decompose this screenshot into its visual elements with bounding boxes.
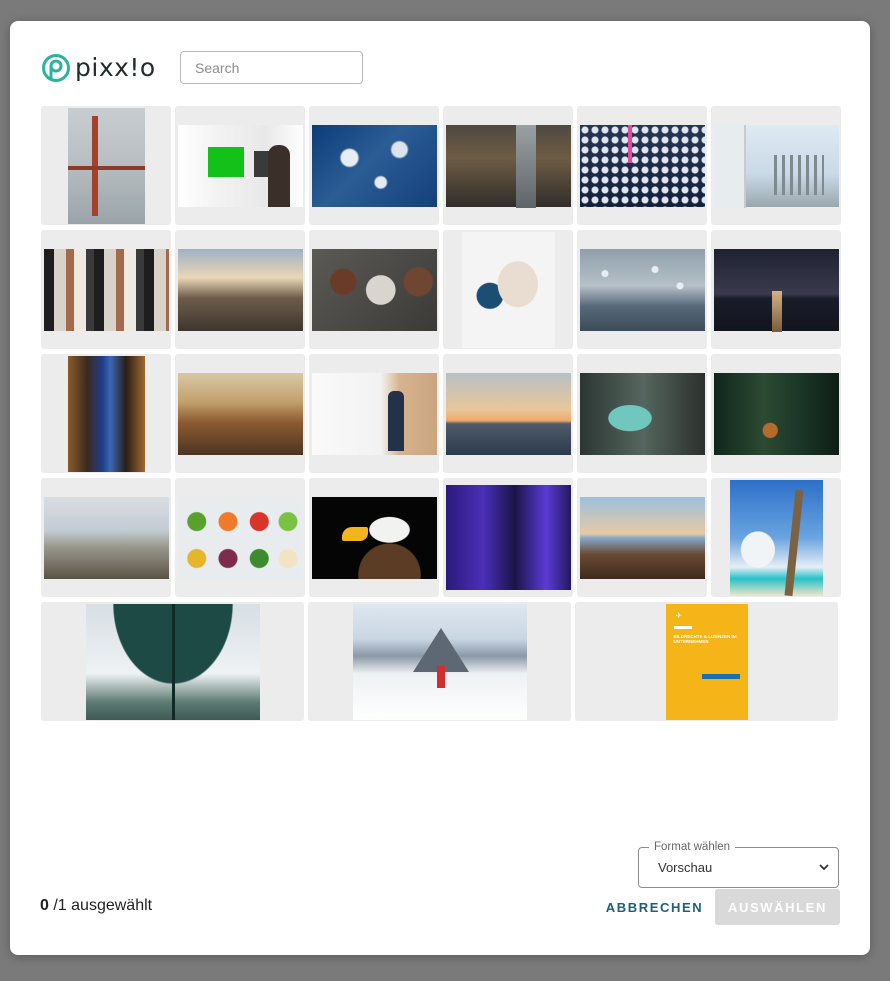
thumbnail-image xyxy=(729,479,823,596)
pixxio-logo-icon xyxy=(42,53,70,82)
image-tile-ocean-waves[interactable] xyxy=(309,106,439,225)
image-tile-night-pier[interactable] xyxy=(711,230,841,349)
thumbnail-image xyxy=(713,124,839,208)
image-tile-forest[interactable] xyxy=(711,354,841,473)
selection-count: 0 /1 ausgewählt xyxy=(40,897,152,915)
thumbnail-image xyxy=(67,107,145,224)
ebook-title: BILDRECHTE & LIZENZEN IM UNTERNEHMEN xyxy=(673,633,737,645)
thumbnail-image xyxy=(579,372,705,455)
ebook-bar xyxy=(701,673,740,679)
thumbnail-image xyxy=(311,372,437,455)
image-tile-office-workers[interactable] xyxy=(175,106,305,225)
image-tile-assembly-hall[interactable] xyxy=(175,354,305,473)
image-tile-refinery[interactable] xyxy=(711,106,841,225)
thumbnail-image xyxy=(177,124,303,207)
cancel-button[interactable]: ABBRECHEN xyxy=(603,889,706,925)
thumbnail-image xyxy=(177,372,303,455)
thumbnail-image xyxy=(579,496,705,579)
ebook-tag xyxy=(673,625,692,629)
image-grid-row xyxy=(41,230,841,349)
image-tile-lifeguard-tower[interactable] xyxy=(443,354,573,473)
pixxio-logo: pixx!o xyxy=(41,51,159,84)
image-tile-palm-beach[interactable] xyxy=(711,478,841,597)
thumbnail-image xyxy=(311,496,437,579)
select-button[interactable]: AUSWÄHLEN xyxy=(715,889,840,925)
format-select-label: Format wählen xyxy=(649,840,736,854)
image-tile-clothing-rack[interactable] xyxy=(41,230,171,349)
image-grid: ✈ BILDRECHTE & LIZENZEN IM UNTERNEHMEN xyxy=(41,106,841,726)
image-tile-town-square[interactable] xyxy=(175,230,305,349)
format-select[interactable]: Format wählen Vorschau xyxy=(638,840,839,888)
thumbnail-image xyxy=(713,372,839,455)
logo-text: pixx!o xyxy=(75,53,156,82)
thumbnail-image xyxy=(445,485,571,590)
image-tile-under-bridge[interactable] xyxy=(41,602,304,721)
image-tile-golden-gate-bridge[interactable] xyxy=(41,106,171,225)
image-tile-whiteboard[interactable] xyxy=(309,354,439,473)
image-grid-row xyxy=(41,106,841,225)
format-select-value: Vorschau xyxy=(658,860,713,875)
image-tile-food-plates[interactable] xyxy=(309,230,439,349)
image-tile-pier-crowd[interactable] xyxy=(41,478,171,597)
thumbnail-image: ✈ BILDRECHTE & LIZENZEN IM UNTERNEHMEN xyxy=(665,603,748,720)
thumbnail-image xyxy=(713,248,839,332)
asset-picker-dialog: pixx!o Search ✈ BILDRECHTE & LIZENZEN IM… xyxy=(10,21,870,955)
selected-count-number: 0 xyxy=(40,897,49,914)
thumbnail-image xyxy=(177,496,303,579)
image-tile-mountain-hiker[interactable] xyxy=(308,602,571,721)
image-tile-scooter[interactable] xyxy=(577,354,707,473)
thumbnail-image xyxy=(67,355,145,472)
image-tile-vegetables[interactable] xyxy=(175,478,305,597)
image-grid-row: ✈ BILDRECHTE & LIZENZEN IM UNTERNEHMEN xyxy=(41,602,838,721)
thumbnail-image xyxy=(311,248,437,331)
thumbnail-image xyxy=(579,248,705,331)
image-tile-lab[interactable] xyxy=(577,106,707,225)
thumbnail-image xyxy=(43,496,169,579)
image-tile-birds-water[interactable] xyxy=(577,230,707,349)
thumbnail-image xyxy=(461,231,555,348)
thumbnail-image xyxy=(579,124,705,207)
chevron-down-icon xyxy=(819,864,829,871)
image-tile-server-room[interactable] xyxy=(443,478,573,597)
thumbnail-image xyxy=(311,124,437,207)
thumbnail-image xyxy=(177,248,303,331)
image-tile-sweater-flatlay[interactable] xyxy=(443,230,573,349)
selected-count-text: /1 ausgewählt xyxy=(53,897,153,914)
image-grid-row xyxy=(41,354,841,473)
image-tile-ebook-cover[interactable]: ✈ BILDRECHTE & LIZENZEN IM UNTERNEHMEN xyxy=(575,602,838,721)
image-tile-eagle[interactable] xyxy=(309,478,439,597)
thumbnail-image xyxy=(352,603,527,720)
bird-icon: ✈ xyxy=(675,610,683,620)
image-tile-factory[interactable] xyxy=(443,106,573,225)
thumbnail-image xyxy=(445,124,571,208)
image-grid-row xyxy=(41,478,841,597)
image-tile-narrow-street[interactable] xyxy=(41,354,171,473)
thumbnail-image xyxy=(85,603,260,720)
thumbnail-image xyxy=(445,372,571,455)
search-input[interactable] xyxy=(180,51,363,84)
thumbnail-image xyxy=(43,248,169,331)
image-tile-boardwalk[interactable] xyxy=(577,478,707,597)
